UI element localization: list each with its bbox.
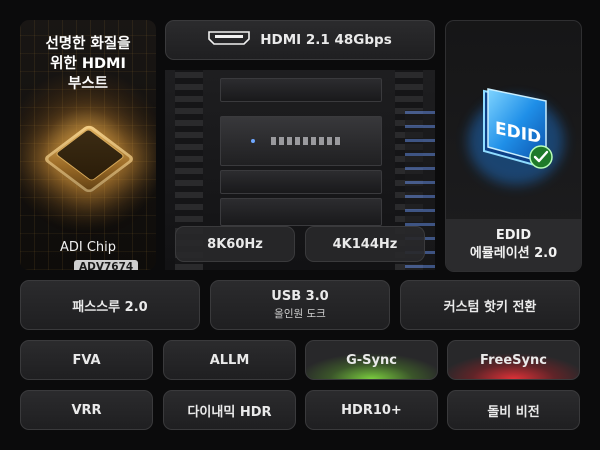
switch-buttons bbox=[271, 137, 341, 145]
resolution-8k-badge: 8K60Hz bbox=[175, 226, 295, 262]
feature-hdr10plus-label: HDR10+ bbox=[341, 402, 402, 418]
hdmi-boost-title: 선명한 화질을 위한 HDMI 부스트 bbox=[20, 34, 156, 94]
feature-fva: FVA bbox=[20, 340, 153, 380]
edid-caption-line2: 에뮬레이션 2.0 bbox=[469, 246, 558, 261]
feature-dolby-vision: 돌비 비전 bbox=[447, 390, 580, 430]
hdmi-boost-title-text: 선명한 화질을 위한 HDMI 부스트 bbox=[45, 36, 131, 92]
rack-unit bbox=[220, 198, 382, 226]
rack-unit bbox=[220, 78, 382, 102]
feature-usb: USB 3.0 올인원 도크 bbox=[210, 280, 390, 330]
feature-fva-label: FVA bbox=[72, 352, 101, 368]
edid-emulation-panel: EDID EDID 에뮬레이션 2.0 bbox=[445, 20, 582, 272]
feature-allm-label: ALLM bbox=[209, 352, 250, 368]
hdmi-spec-badge: HDMI 2.1 48Gbps bbox=[165, 20, 435, 60]
feature-passthrough: 패스스루 2.0 bbox=[20, 280, 200, 330]
rack-unit bbox=[220, 170, 382, 194]
feature-dynamic-hdr: 다이내믹 HDR bbox=[163, 390, 296, 430]
feature-hotkey-label: 커스텀 핫키 전환 bbox=[443, 299, 537, 315]
feature-vrr-label: VRR bbox=[71, 402, 102, 418]
feature-allm: ALLM bbox=[163, 340, 296, 380]
feature-usb-title: USB 3.0 bbox=[271, 289, 329, 304]
feature-hdr10plus: HDR10+ bbox=[305, 390, 438, 430]
feature-gsync-label: G-Sync bbox=[346, 352, 397, 368]
adi-chip-panel: 선명한 화질을 위한 HDMI 부스트 ADI Chip ADV7674 bbox=[20, 20, 156, 270]
hdmi-spec-label: HDMI 2.1 48Gbps bbox=[260, 32, 392, 48]
feature-hotkey: 커스텀 핫키 전환 bbox=[400, 280, 580, 330]
feature-usb-sub: 올인원 도크 bbox=[274, 308, 326, 320]
edid-monitor-icon: EDID bbox=[468, 88, 564, 185]
chip-model-badge: ADV7674 bbox=[74, 260, 139, 270]
resolution-4k-label: 4K144Hz bbox=[332, 236, 398, 252]
feature-gsync: G-Sync bbox=[305, 340, 438, 380]
resolution-8k-label: 8K60Hz bbox=[207, 236, 263, 252]
feature-freesync: FreeSync bbox=[447, 340, 580, 380]
feature-freesync-label: FreeSync bbox=[480, 352, 547, 368]
edid-caption-line1: EDID bbox=[495, 228, 532, 243]
feature-vrr: VRR bbox=[20, 390, 153, 430]
edid-caption: EDID 에뮬레이션 2.0 bbox=[446, 227, 581, 263]
feature-dolby-vision-label: 돌비 비전 bbox=[487, 404, 540, 420]
rack-switch-unit bbox=[220, 116, 382, 166]
feature-passthrough-label: 패스스루 2.0 bbox=[72, 299, 148, 315]
hdmi-port-icon bbox=[208, 31, 251, 49]
chip-name: ADI Chip bbox=[59, 240, 117, 255]
status-led bbox=[251, 139, 255, 143]
resolution-4k-badge: 4K144Hz bbox=[305, 226, 425, 262]
feature-dynamic-hdr-label: 다이내믹 HDR bbox=[187, 404, 272, 420]
